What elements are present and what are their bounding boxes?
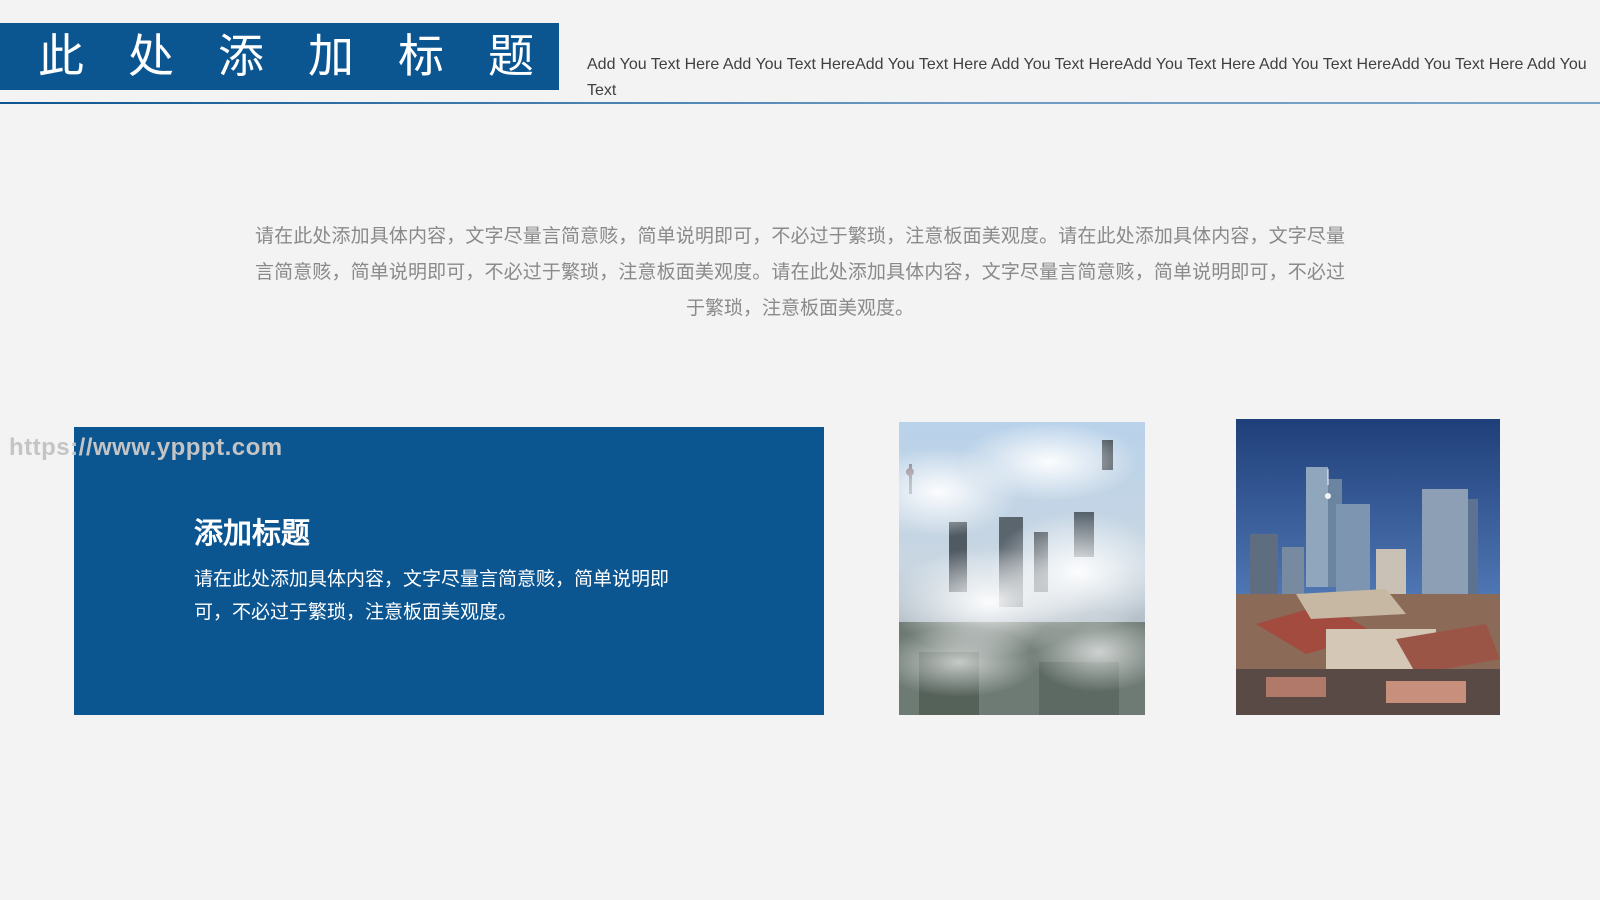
card-body: 请在此处添加具体内容，文字尽量言简意赅，简单说明即可，不必过于繁琐，注意板面美观… <box>194 568 670 623</box>
card-title: 添加标题 <box>194 516 311 550</box>
foggy-skyline-photo <box>899 422 1145 715</box>
slide: 此处添加标题 Add You Text Here Add You Text He… <box>0 0 1600 900</box>
header-divider <box>0 102 1600 104</box>
header-subtitle: Add You Text Here Add You Text HereAdd Y… <box>587 56 1587 99</box>
city-skyscrapers-image <box>1236 419 1500 715</box>
city-skyscrapers-photo <box>1236 419 1500 715</box>
content-card: 添加标题 请在此处添加具体内容，文字尽量言简意赅，简单说明即可，不必过于繁琐，注… <box>74 427 824 715</box>
intro-paragraph: 请在此处添加具体内容，文字尽量言简意赅，简单说明即可，不必过于繁琐，注意板面美观… <box>255 225 1345 319</box>
page-title: 此处添加标题 <box>0 23 559 90</box>
foggy-skyline-image <box>899 422 1145 715</box>
watermark-text: https://www.ypppt.com <box>9 434 283 461</box>
